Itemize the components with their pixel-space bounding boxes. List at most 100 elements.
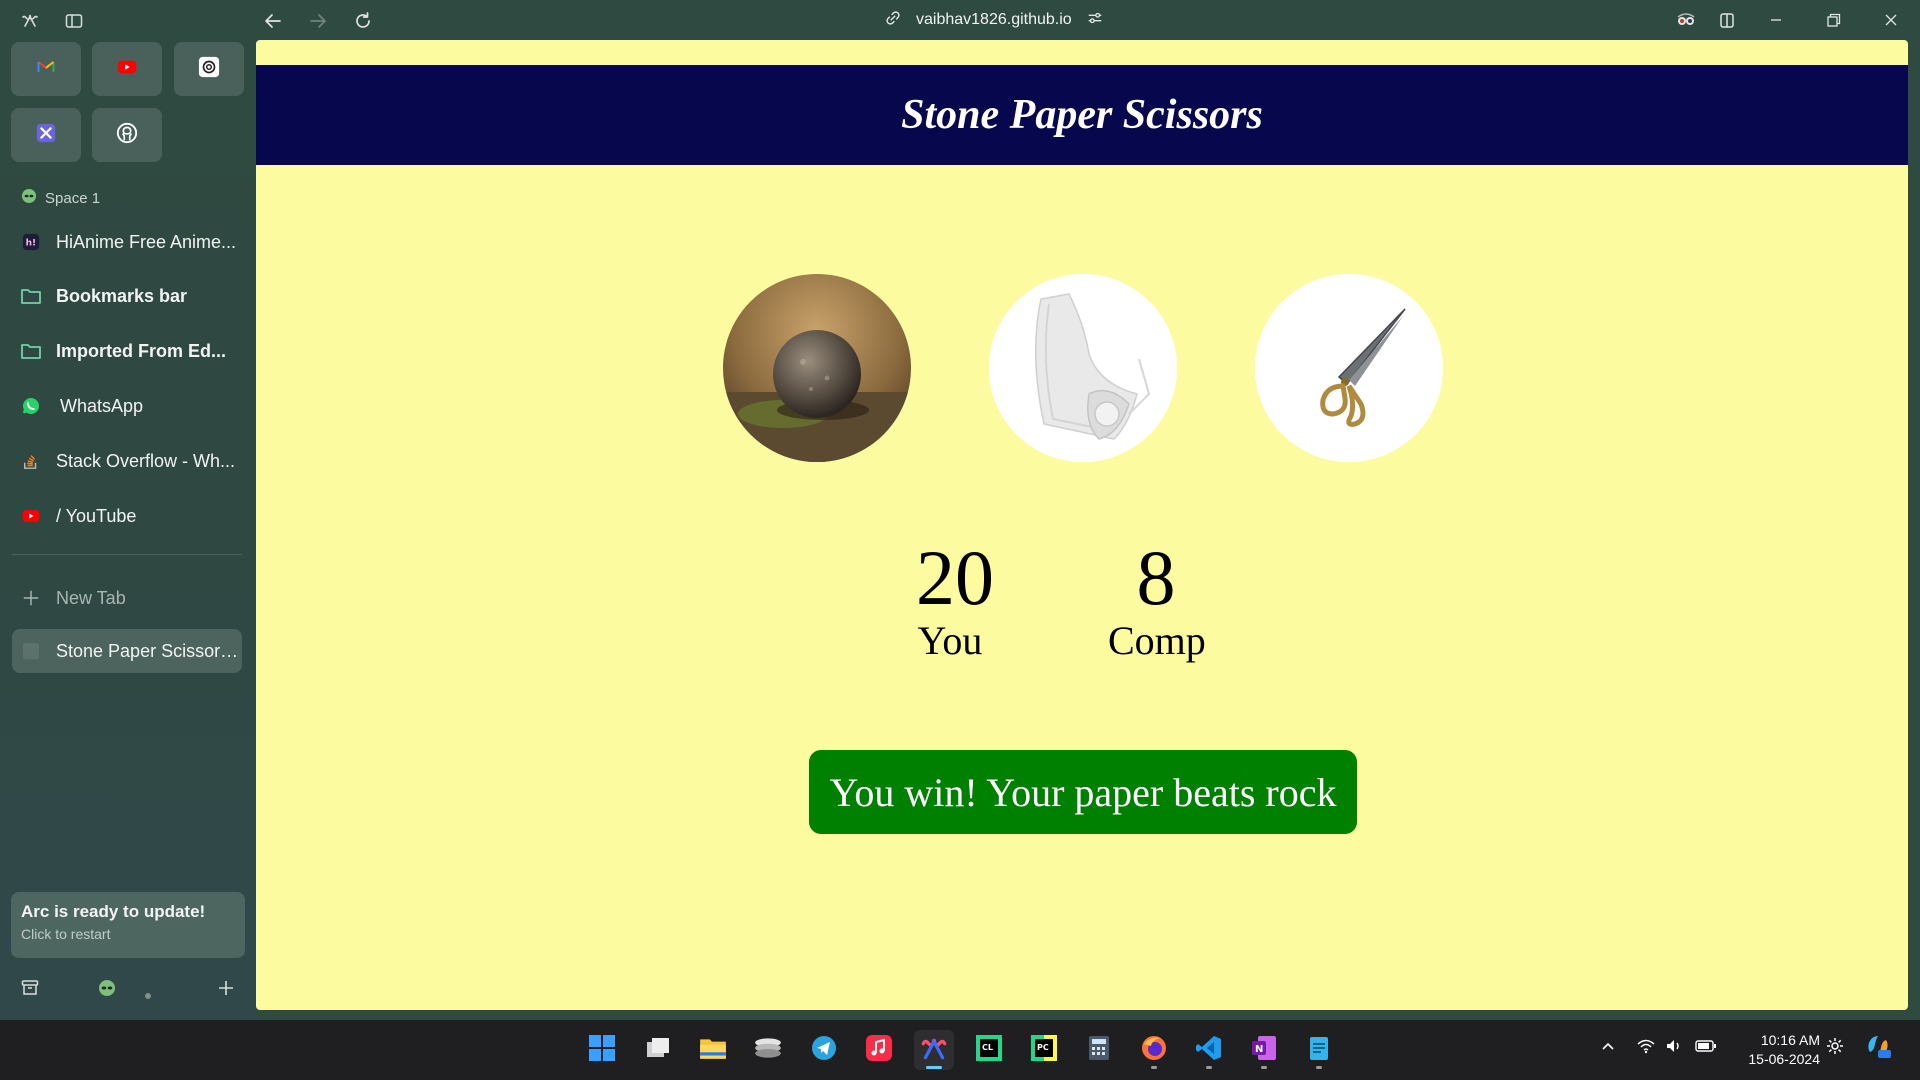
pinned-tab-youtube[interactable]: / YouTube — [12, 494, 242, 538]
site-settings-icon[interactable] — [1086, 9, 1104, 32]
running-indicator — [1206, 1066, 1212, 1069]
taskbar-calculator[interactable] — [1079, 1030, 1119, 1070]
folder-icon — [20, 285, 42, 307]
pinned-tab-label: WhatsApp — [60, 395, 144, 416]
clock-date: 15-06-2024 — [1748, 1051, 1820, 1067]
split-view-icon[interactable] — [1715, 8, 1739, 32]
minimize-icon[interactable] — [1764, 8, 1788, 32]
svg-text:h!: h! — [26, 239, 37, 249]
wifi-icon[interactable] — [1636, 1036, 1656, 1061]
taskbar-file-explorer[interactable] — [693, 1030, 733, 1070]
pinned-tab-whatsapp[interactable]: WhatsApp — [12, 384, 242, 428]
clock-time: 10:16 AM — [1760, 1032, 1820, 1048]
folder-icon — [20, 340, 42, 362]
choice-scissors[interactable] — [1255, 274, 1443, 462]
settings-gear-icon[interactable] — [1825, 1036, 1845, 1061]
sidebar: Space 1 h! HiAnime Free Anime... Bookmar… — [0, 0, 256, 1020]
link-icon[interactable] — [884, 9, 902, 32]
active-tab-label: Stone Paper Scissors... — [56, 640, 242, 661]
taskbar-firefox[interactable] — [1134, 1030, 1174, 1070]
arc-icon — [919, 1033, 949, 1068]
toggle-sidebar-icon[interactable] — [64, 11, 84, 31]
pinned-tab-stackoverflow[interactable]: Stack Overflow - Wh... — [12, 439, 242, 483]
choice-paper[interactable] — [989, 274, 1177, 462]
new-tab-button[interactable]: New Tab — [12, 576, 242, 620]
add-space-icon[interactable] — [216, 978, 236, 1003]
pinned-tab-label: HiAnime Free Anime... — [56, 231, 237, 252]
paper-image — [989, 274, 1177, 462]
back-icon[interactable] — [262, 10, 284, 32]
taskbar-task-view[interactable] — [638, 1030, 678, 1070]
taskbar-pycharm[interactable]: PC — [1024, 1030, 1064, 1070]
page-favicon-icon — [20, 640, 42, 662]
excalidraw-icon — [35, 122, 57, 149]
gmail-icon — [36, 57, 56, 82]
archive-icon[interactable] — [20, 978, 40, 1003]
taskbar-telegram[interactable] — [804, 1030, 844, 1070]
space-label[interactable]: Space 1 — [21, 188, 100, 208]
user-score-block: 20 You — [916, 538, 994, 664]
choice-rock[interactable] — [723, 274, 911, 462]
taskbar-windows-start[interactable] — [582, 1030, 622, 1070]
reload-icon[interactable] — [352, 10, 374, 32]
update-title: Arc is ready to update! — [21, 902, 206, 921]
comp-score-block: 8 Comp — [1108, 538, 1206, 664]
folder-bookmarks-bar[interactable]: Bookmarks bar — [12, 274, 242, 318]
volume-icon[interactable] — [1664, 1036, 1684, 1061]
taskbar-onenote[interactable]: N — [1244, 1030, 1284, 1070]
vscode-icon — [1195, 1034, 1223, 1067]
taskbar-apple-music[interactable] — [859, 1030, 899, 1070]
active-tab-stone-paper-scissors[interactable]: Stone Paper Scissors... — [12, 629, 242, 673]
taskbar-vscode[interactable] — [1189, 1030, 1229, 1070]
running-indicator — [1261, 1066, 1267, 1069]
scissors-image — [1255, 274, 1443, 462]
rock-image — [723, 274, 911, 462]
update-banner[interactable]: Arc is ready to update! Click to restart — [11, 892, 245, 958]
result-message: You win! Your paper beats rock — [809, 750, 1357, 834]
close-icon[interactable] — [1879, 8, 1903, 32]
url-bar[interactable]: vaibhav1826.github.io — [884, 8, 1104, 32]
svg-text:N: N — [1255, 1044, 1263, 1055]
favorite-excalidraw[interactable] — [11, 108, 81, 162]
taskbar-notepad[interactable] — [1299, 1030, 1339, 1070]
space-alien-icon[interactable] — [97, 978, 117, 1003]
url-text[interactable]: vaibhav1826.github.io — [916, 11, 1072, 29]
copilot-icon[interactable] — [1864, 1032, 1892, 1065]
folder-imported-from-edge[interactable]: Imported From Ed... — [12, 329, 242, 373]
running-indicator — [1316, 1066, 1322, 1069]
stackoverflow-icon — [20, 450, 42, 472]
taskbar-clion[interactable]: CL — [969, 1030, 1009, 1070]
web-content: Stone Paper Scissors 20 You 8 Comp You w… — [256, 40, 1908, 1010]
onenote-icon: N — [1250, 1034, 1278, 1067]
new-tab-label: New Tab — [56, 587, 126, 608]
update-subtitle: Click to restart — [21, 926, 111, 942]
battery-icon[interactable] — [1695, 1036, 1717, 1061]
pinned-tab-hianime[interactable]: h! HiAnime Free Anime... — [12, 220, 242, 264]
sidebar-topbar — [0, 0, 256, 42]
taskbar-terminal[interactable] — [748, 1030, 788, 1070]
youtube-icon — [116, 56, 138, 83]
favorite-youtube[interactable] — [92, 42, 162, 96]
space-dot-icon[interactable] — [145, 986, 151, 1004]
restore-icon[interactable] — [1821, 8, 1845, 32]
folder-label: Imported From Ed... — [56, 340, 227, 361]
extension-icon[interactable] — [1674, 8, 1698, 32]
page-title: Stone Paper Scissors — [901, 92, 1263, 138]
chevron-up-icon[interactable] — [1598, 1036, 1618, 1061]
pinned-tab-label: Stack Overflow - Wh... — [56, 450, 236, 471]
github-icon — [116, 122, 138, 149]
favorite-github[interactable] — [92, 108, 162, 162]
system-clock[interactable]: 10:16 AM 15-06-2024 — [1748, 1031, 1820, 1069]
plus-icon — [20, 587, 42, 609]
active-indicator — [926, 1066, 942, 1069]
favorite-chatgpt[interactable] — [174, 42, 244, 96]
firefox-icon — [1140, 1034, 1168, 1067]
arc-logo-icon[interactable] — [20, 11, 40, 31]
alien-icon — [21, 188, 37, 208]
forward-icon[interactable] — [307, 10, 329, 32]
youtube-icon — [20, 505, 42, 527]
folder-label: Bookmarks bar — [56, 285, 188, 306]
clion-icon: CL — [975, 1034, 1003, 1067]
favorite-gmail[interactable] — [11, 42, 81, 96]
taskbar-arc[interactable] — [914, 1030, 954, 1070]
